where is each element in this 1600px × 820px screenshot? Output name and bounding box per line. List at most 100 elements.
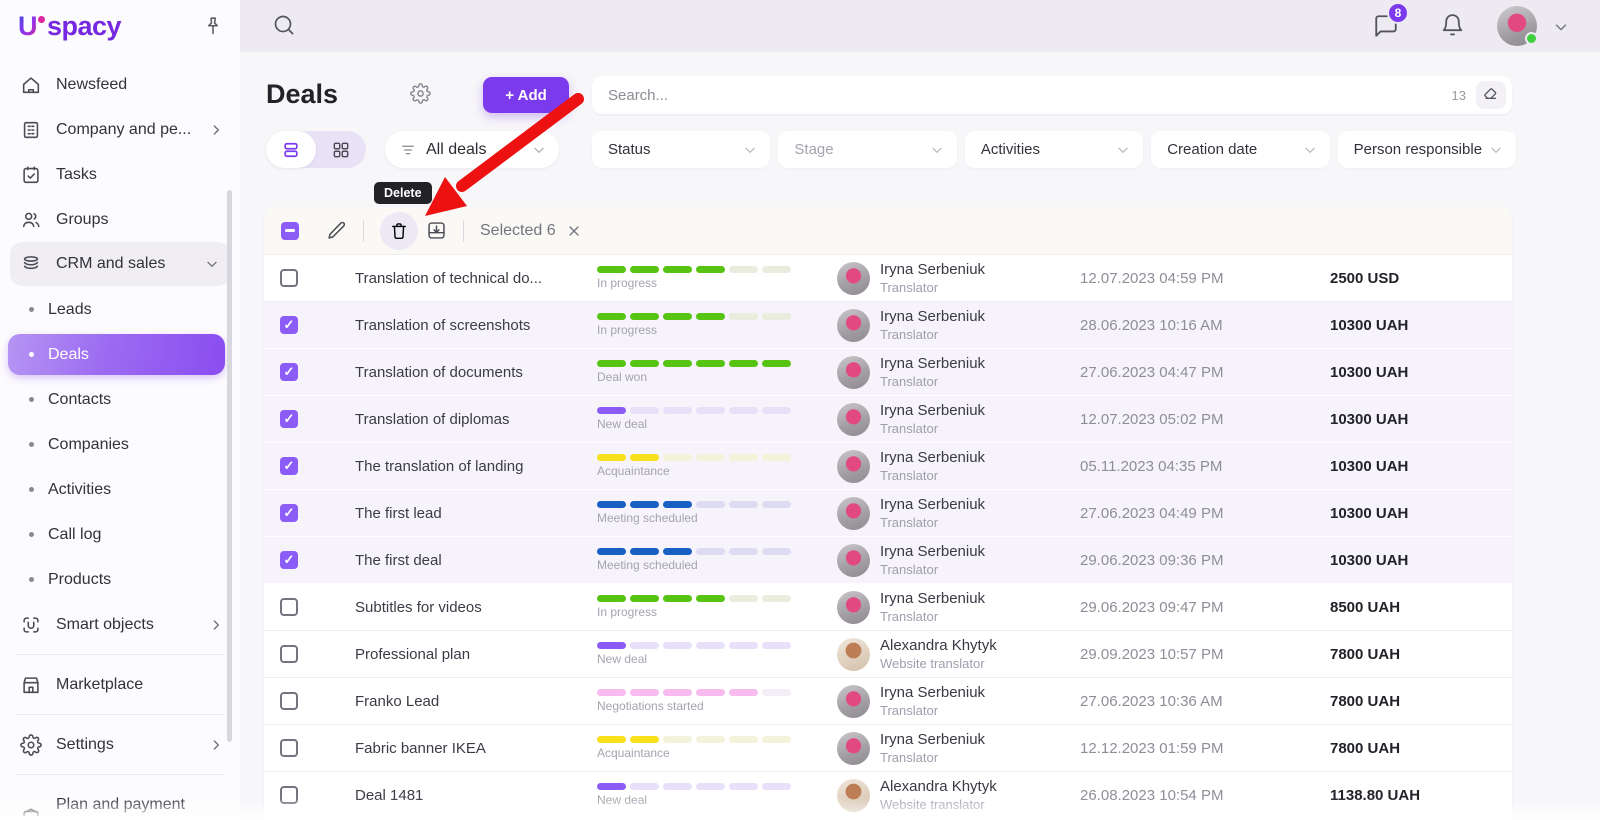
sidebar-item-plan-and-payment[interactable]: Plan and payment [0, 782, 240, 820]
person-name[interactable]: Iryna Serbeniuk [880, 355, 1080, 372]
sidebar-item-smart-objects[interactable]: Smart objects [0, 602, 240, 647]
row-checkbox[interactable] [280, 739, 298, 757]
clear-selection-close-icon[interactable] [566, 223, 582, 239]
stage-label: In progress [597, 276, 837, 290]
kanban-view-toggle[interactable] [316, 131, 366, 168]
deal-name[interactable]: Professional plan [355, 646, 597, 663]
global-search-icon[interactable] [272, 13, 296, 37]
person-name[interactable]: Iryna Serbeniuk [880, 261, 1080, 278]
person-name[interactable]: Alexandra Khytyk [880, 637, 1080, 654]
filter-creation-date[interactable]: Creation date [1151, 131, 1329, 168]
filter-activities[interactable]: Activities [965, 131, 1143, 168]
row-checkbox[interactable] [280, 363, 298, 381]
deal-name[interactable]: The translation of landing [355, 458, 597, 475]
deal-name[interactable]: Franko Lead [355, 693, 597, 710]
account-chevron-down-icon[interactable] [1552, 18, 1570, 36]
deal-name[interactable]: The first deal [355, 552, 597, 569]
list-settings-gear-icon[interactable] [410, 83, 431, 104]
table-row[interactable]: Franko Lead Negotiations started Iryna S… [264, 678, 1512, 725]
uspacy-logo[interactable]: U spacy [18, 11, 121, 42]
row-checkbox[interactable] [280, 786, 298, 804]
table-row[interactable]: Translation of documents Deal won Iryna … [264, 349, 1512, 396]
delete-trash-icon[interactable] [380, 212, 418, 250]
deal-name[interactable]: The first lead [355, 505, 597, 522]
deal-name[interactable]: Translation of screenshots [355, 317, 597, 334]
export-icon[interactable] [426, 220, 447, 241]
sidebar-item-marketplace[interactable]: Marketplace [0, 662, 240, 707]
row-checkbox[interactable] [280, 645, 298, 663]
edit-pencil-icon[interactable] [326, 220, 347, 241]
sidebar-item-settings[interactable]: Settings [0, 722, 240, 767]
deal-name[interactable]: Translation of documents [355, 364, 597, 381]
stage-segment [630, 642, 659, 649]
add-deal-button[interactable]: + Add [483, 77, 569, 113]
person-name[interactable]: Iryna Serbeniuk [880, 496, 1080, 513]
filter-person-responsible[interactable]: Person responsible [1338, 131, 1516, 168]
person-name[interactable]: Iryna Serbeniuk [880, 543, 1080, 560]
table-row[interactable]: Translation of diplomas New deal Iryna S… [264, 396, 1512, 443]
person-name[interactable]: Iryna Serbeniuk [880, 590, 1080, 607]
person-name[interactable]: Alexandra Khytyk [880, 778, 1080, 795]
stage-segment [597, 736, 626, 743]
divider [16, 654, 224, 655]
table-row[interactable]: Translation of technical do... In progre… [264, 255, 1512, 302]
pin-sidebar-icon[interactable] [202, 15, 224, 37]
list-view-toggle[interactable] [266, 131, 316, 168]
person-name[interactable]: Iryna Serbeniuk [880, 308, 1080, 325]
sidebar-item-company[interactable]: Company and pe... [0, 107, 240, 152]
row-checkbox[interactable] [280, 410, 298, 428]
sidebar-item-leads[interactable]: Leads [0, 287, 240, 332]
table-row[interactable]: The first deal Meeting scheduled Iryna S… [264, 537, 1512, 584]
topbar: 8 [240, 0, 1600, 52]
deal-name[interactable]: Deal 1481 [355, 787, 597, 804]
sidebar-item-companies[interactable]: Companies [0, 422, 240, 467]
sidebar-item-products[interactable]: Products [0, 557, 240, 602]
row-checkbox[interactable] [280, 692, 298, 710]
filter-stage[interactable]: Stage [778, 131, 956, 168]
table-row[interactable]: The first lead Meeting scheduled Iryna S… [264, 490, 1512, 537]
person-name[interactable]: Iryna Serbeniuk [880, 449, 1080, 466]
select-all-checkbox[interactable] [281, 222, 299, 240]
stage-segment [630, 736, 659, 743]
sidebar-item-tasks[interactable]: Tasks [0, 152, 240, 197]
sidebar-item-crm-and-sales[interactable]: CRM and sales [10, 242, 230, 286]
table-row[interactable]: Subtitles for videos In progress Iryna S… [264, 584, 1512, 631]
stage-segment [663, 689, 692, 696]
search-input[interactable] [608, 87, 1452, 104]
person-name[interactable]: Iryna Serbeniuk [880, 402, 1080, 419]
saved-filter-dropdown[interactable]: All deals [385, 131, 559, 168]
stage-segment [729, 501, 758, 508]
deal-name[interactable]: Translation of technical do... [355, 270, 597, 287]
sidebar-item-newsfeed[interactable]: Newsfeed [0, 62, 240, 107]
bell-icon[interactable] [1440, 13, 1465, 38]
row-checkbox[interactable] [280, 551, 298, 569]
row-checkbox[interactable] [280, 457, 298, 475]
sidebar-item-deals[interactable]: Deals [8, 334, 225, 375]
row-checkbox[interactable] [280, 269, 298, 287]
stage-label: Acquaintance [597, 746, 837, 760]
table-row[interactable]: Deal 1481 New deal Alexandra Khytyk Webs… [264, 772, 1512, 819]
deal-name[interactable]: Fabric banner IKEA [355, 740, 597, 757]
sidebar-item-groups[interactable]: Groups [0, 197, 240, 242]
row-checkbox[interactable] [280, 598, 298, 616]
row-checkbox[interactable] [280, 316, 298, 334]
deal-name[interactable]: Translation of diplomas [355, 411, 597, 428]
table-row[interactable]: Translation of screenshots In progress I… [264, 302, 1512, 349]
table-row[interactable]: Fabric banner IKEA Acquaintance Iryna Se… [264, 725, 1512, 772]
sidebar-item-contacts[interactable]: Contacts [0, 377, 240, 422]
row-checkbox[interactable] [280, 504, 298, 522]
stage-segment [597, 313, 626, 320]
sidebar-item-activities[interactable]: Activities [0, 467, 240, 512]
sidebar-item-call-log[interactable]: Call log [0, 512, 240, 557]
table-row[interactable]: Professional plan New deal Alexandra Khy… [264, 631, 1512, 678]
clear-search-eraser-icon[interactable] [1476, 81, 1506, 109]
table-row[interactable]: The translation of landing Acquaintance … [264, 443, 1512, 490]
person-name[interactable]: Iryna Serbeniuk [880, 731, 1080, 748]
filter-status[interactable]: Status [592, 131, 770, 168]
chevron-right-icon [208, 122, 224, 138]
person-name[interactable]: Iryna Serbeniuk [880, 684, 1080, 701]
person-cell: Iryna Serbeniuk Translator [880, 543, 1080, 577]
sidebar-item-label: Activities [48, 481, 111, 499]
sidebar-scrollbar[interactable] [227, 190, 232, 742]
deal-name[interactable]: Subtitles for videos [355, 599, 597, 616]
